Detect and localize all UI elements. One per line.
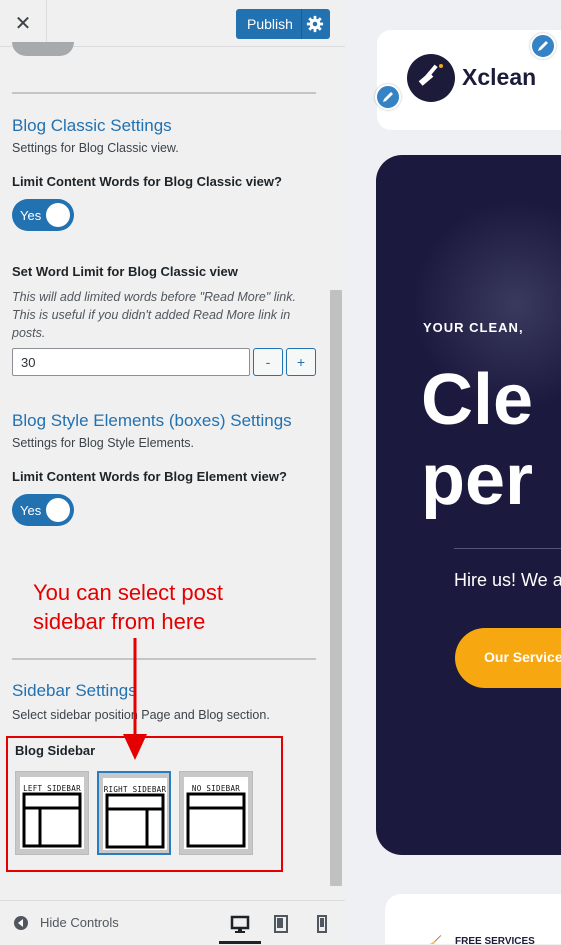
word-limit-input[interactable]: 30 (12, 348, 250, 376)
hero-headline-line-1: Cle (421, 360, 534, 440)
logo-text: Xclean (462, 64, 537, 90)
right-sidebar-layout-icon (105, 793, 165, 849)
collapse-icon[interactable] (14, 916, 28, 930)
cta-label: Our Service (484, 649, 561, 665)
no-sidebar-option[interactable]: NO SIDEBAR (179, 771, 253, 855)
customizer-header: ✕ Publish (0, 0, 345, 47)
blog-classic-limit-toggle[interactable]: Yes (12, 199, 74, 231)
hero-divider (454, 548, 561, 549)
increment-button[interactable]: + (286, 348, 316, 376)
option-thumbnail: RIGHT SIDEBAR (103, 778, 167, 850)
toggle-knob (46, 203, 70, 227)
left-sidebar-layout-icon (22, 792, 82, 848)
word-limit-help-3: posts. (12, 326, 46, 340)
no-sidebar-layout-icon (186, 792, 246, 848)
our-services-button[interactable]: Our Service (455, 628, 561, 688)
hero-headline: Cle per (421, 360, 533, 520)
broom-icon: 🧹 (427, 935, 442, 944)
option-thumbnail: NO SIDEBAR (184, 777, 248, 849)
desktop-icon[interactable] (227, 911, 253, 937)
word-limit-help-1: This will add limited words before "Read… (12, 290, 296, 304)
blog-classic-description: Settings for Blog Classic view. (12, 141, 179, 155)
annotation-line-1: You can select post (33, 580, 223, 605)
blog-style-description: Settings for Blog Style Elements. (12, 436, 195, 450)
publish-label: Publish (247, 16, 293, 32)
free-services-label: FREE SERVICES (455, 936, 535, 944)
annotation-line-2: sidebar from here (33, 609, 206, 634)
toggle-yes-label: Yes (20, 208, 42, 223)
toggle-yes-label: Yes (20, 503, 42, 518)
word-limit-label: Set Word Limit for Blog Classic view (12, 264, 238, 279)
gear-icon[interactable] (306, 15, 324, 33)
publish-divider (301, 9, 302, 39)
edit-pencil-icon[interactable] (375, 84, 401, 110)
mobile-icon[interactable] (309, 911, 335, 937)
blog-style-limit-toggle[interactable]: Yes (12, 494, 74, 526)
option-thumbnail: LEFT SIDEBAR (20, 777, 84, 849)
toggle-knob (46, 498, 70, 522)
section-divider (12, 92, 316, 94)
publish-button[interactable]: Publish (236, 9, 330, 39)
blog-classic-limit-label: Limit Content Words for Blog Classic vie… (12, 174, 282, 189)
tablet-icon[interactable] (268, 911, 294, 937)
panel-scrollbar[interactable] (330, 290, 342, 886)
xclean-logo-icon (407, 54, 455, 102)
left-sidebar-option[interactable]: LEFT SIDEBAR (15, 771, 89, 855)
customizer-panel: ✕ Publish Blog Classic Settings Settings… (0, 0, 346, 945)
annotation-text: You can select post sidebar from here (33, 578, 223, 636)
customizer-footer: Hide Controls (0, 900, 345, 945)
close-button[interactable]: ✕ (0, 0, 47, 46)
hide-controls-button[interactable]: Hide Controls (40, 915, 119, 930)
close-icon: ✕ (14, 12, 32, 35)
site-preview: Xclean YOUR CLEAN, Cle per Hire us! We a… (345, 0, 561, 944)
blog-style-title: Blog Style Elements (boxes) Settings (12, 411, 292, 430)
decrement-button[interactable]: - (253, 348, 283, 376)
hero-subtitle: Hire us! We a (454, 570, 561, 590)
right-sidebar-option[interactable]: RIGHT SIDEBAR (97, 771, 171, 855)
word-limit-help-2: This is useful if you didn't added Read … (12, 308, 291, 322)
hero-tagline: YOUR CLEAN, (423, 320, 524, 335)
section-divider (12, 658, 316, 660)
blog-style-limit-label: Limit Content Words for Blog Element vie… (12, 469, 287, 484)
hero-headline-line-2: per (421, 440, 534, 520)
blog-classic-title: Blog Classic Settings (12, 116, 172, 135)
edit-pencil-icon[interactable] (530, 33, 556, 59)
blog-sidebar-label: Blog Sidebar (15, 743, 96, 758)
previous-toggle[interactable] (12, 42, 74, 56)
